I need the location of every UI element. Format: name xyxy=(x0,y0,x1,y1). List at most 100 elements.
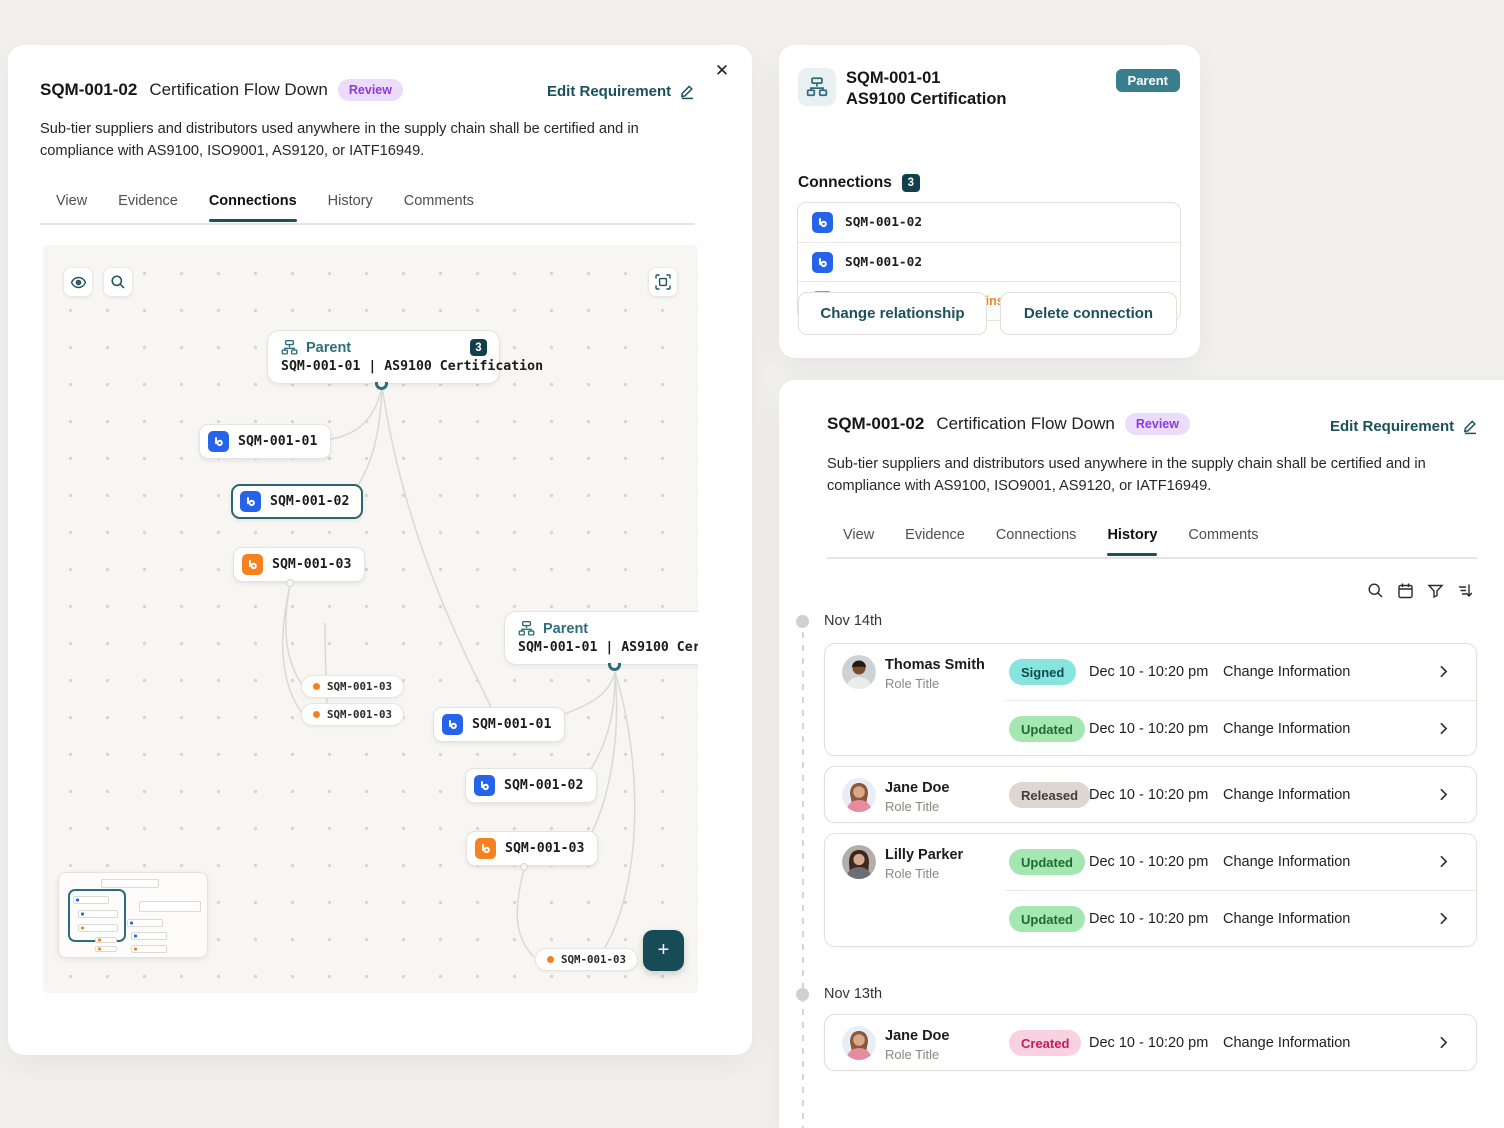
requirement-id: SQM-001-02 xyxy=(40,80,138,99)
requirement-id: SQM-001-02 xyxy=(827,414,925,433)
sort-icon[interactable] xyxy=(1457,582,1474,599)
edit-requirement-button[interactable]: Edit Requirement xyxy=(1330,418,1479,435)
history-event-row[interactable]: Created Dec 10 - 10:20 pm Change Informa… xyxy=(825,1015,1476,1071)
status-badge: Created xyxy=(1009,1030,1082,1056)
chevron-right-icon xyxy=(1436,854,1451,874)
event-action: Change Information xyxy=(1223,854,1351,870)
requirement-logo-icon xyxy=(240,491,261,512)
chevron-right-icon xyxy=(1436,1035,1451,1055)
history-event-row[interactable]: Signed Dec 10 - 10:20 pm Change Informat… xyxy=(825,644,1476,700)
history-event-row[interactable]: Released Dec 10 - 10:20 pm Change Inform… xyxy=(825,767,1476,823)
requirement-title: Certification Flow Down xyxy=(149,80,328,99)
tab-evidence[interactable]: Evidence xyxy=(118,193,178,220)
graph-parent-node[interactable]: Parent SQM-001-01 | AS9100 Certification xyxy=(504,611,698,665)
timeline-date: Nov 13th xyxy=(824,986,883,1002)
parent-node-type: Parent xyxy=(306,339,352,356)
event-time: Dec 10 - 10:20 pm xyxy=(1089,787,1209,803)
orange-dot-icon xyxy=(313,683,320,690)
connections-graph-canvas[interactable]: Parent 3 SQM-001-01 | AS9100 Certificati… xyxy=(43,245,698,993)
search-icon[interactable] xyxy=(1367,582,1384,599)
event-action: Change Information xyxy=(1223,664,1351,680)
add-node-button[interactable]: + xyxy=(643,930,684,971)
connection-id: SQM-001-01 xyxy=(846,69,941,87)
requirement-title: Certification Flow Down xyxy=(936,414,1115,433)
graph-node[interactable]: SQM-001-03 xyxy=(466,831,599,866)
graph-node[interactable]: SQM-001-01 xyxy=(433,707,566,742)
tab-connections[interactable]: Connections xyxy=(208,193,297,222)
tab-view[interactable]: View xyxy=(56,193,87,220)
graph-parent-node[interactable]: Parent 3 SQM-001-01 | AS9100 Certificati… xyxy=(267,330,543,384)
requirement-logo-icon xyxy=(812,212,833,233)
status-badge: Updated xyxy=(1009,849,1085,875)
requirement-logo-icon xyxy=(442,714,463,735)
edit-pencil-icon xyxy=(681,85,694,100)
status-badge: Updated xyxy=(1009,906,1085,932)
requirement-description: Sub-tier suppliers and distributors used… xyxy=(40,121,639,159)
chevron-right-icon xyxy=(1436,664,1451,684)
event-time: Dec 10 - 10:20 pm xyxy=(1089,854,1209,870)
graph-pill-node[interactable]: SQM-001-03 xyxy=(301,703,405,726)
graph-minimap[interactable] xyxy=(58,872,208,958)
history-card: Thomas Smith Role Title Signed Dec 10 - … xyxy=(824,643,1477,756)
filter-icon[interactable] xyxy=(1427,582,1444,599)
graph-search-button[interactable] xyxy=(103,267,133,297)
parent-node-label: SQM-001-01 | AS9100 Certification xyxy=(518,640,698,655)
tab-divider xyxy=(827,557,1477,559)
connections-label: Connections xyxy=(798,174,892,191)
change-relationship-button[interactable]: Change relationship xyxy=(798,292,987,335)
requirement-logo-icon xyxy=(242,554,263,575)
timeline-line xyxy=(801,632,804,1128)
eye-icon xyxy=(70,276,86,288)
timeline-date: Nov 14th xyxy=(824,613,883,629)
tab-bar: View Evidence Connections History Commen… xyxy=(56,193,474,222)
timeline-dot xyxy=(796,615,809,628)
delete-connection-button[interactable]: Delete connection xyxy=(1000,292,1177,335)
history-event-row[interactable]: Updated Dec 10 - 10:20 pm Change Informa… xyxy=(825,891,1476,947)
event-action: Change Information xyxy=(1223,1035,1351,1051)
requirement-logo-icon xyxy=(208,431,229,452)
event-action: Change Information xyxy=(1223,721,1351,737)
tab-evidence[interactable]: Evidence xyxy=(905,527,965,554)
graph-node[interactable]: SQM-001-02 xyxy=(465,768,598,803)
requirement-logo-icon xyxy=(474,775,495,796)
chevron-right-icon xyxy=(1436,911,1451,931)
parent-count-badge: 3 xyxy=(470,339,487,356)
event-time: Dec 10 - 10:20 pm xyxy=(1089,664,1209,680)
tab-comments[interactable]: Comments xyxy=(1188,527,1258,554)
event-action: Change Information xyxy=(1223,911,1351,927)
history-detail-panel: SQM-001-02 Certification Flow Down Revie… xyxy=(779,380,1504,1128)
tab-connections[interactable]: Connections xyxy=(996,527,1077,554)
edge-anchor xyxy=(520,863,528,871)
edge-anchor xyxy=(375,382,388,390)
hierarchy-icon-tile xyxy=(798,68,836,106)
graph-node[interactable]: SQM-001-01 xyxy=(199,424,332,459)
parent-node-type: Parent xyxy=(543,620,589,637)
search-icon xyxy=(111,275,125,289)
event-action: Change Information xyxy=(1223,787,1351,803)
chevron-right-icon xyxy=(1436,721,1451,741)
tab-bar: View Evidence Connections History Commen… xyxy=(843,527,1259,556)
connection-list-item[interactable]: SQM-001-02 xyxy=(798,203,1180,242)
event-time: Dec 10 - 10:20 pm xyxy=(1089,911,1209,927)
close-icon[interactable]: ✕ xyxy=(710,59,734,83)
fit-view-icon xyxy=(655,274,671,290)
history-event-row[interactable]: Updated Dec 10 - 10:20 pm Change Informa… xyxy=(825,834,1476,890)
hierarchy-icon xyxy=(806,77,828,97)
tab-comments[interactable]: Comments xyxy=(404,193,474,220)
tab-view[interactable]: View xyxy=(843,527,874,554)
graph-pill-node[interactable]: SQM-001-03 xyxy=(301,675,405,698)
graph-pill-node[interactable]: SQM-001-03 xyxy=(535,948,639,971)
graph-node-selected[interactable]: SQM-001-02 xyxy=(231,484,364,519)
requirement-logo-icon xyxy=(475,838,496,859)
history-event-row[interactable]: Updated Dec 10 - 10:20 pm Change Informa… xyxy=(825,701,1476,757)
connection-list-item[interactable]: SQM-001-02 xyxy=(798,242,1180,281)
tab-history[interactable]: History xyxy=(1107,527,1157,556)
edit-requirement-button[interactable]: Edit Requirement xyxy=(547,83,696,100)
requirement-header: SQM-001-02 Certification Flow Down Revie… xyxy=(827,413,1190,435)
fit-view-button[interactable] xyxy=(648,267,678,297)
tab-history[interactable]: History xyxy=(328,193,373,220)
edge-anchor xyxy=(286,579,294,587)
toggle-visibility-button[interactable] xyxy=(63,267,93,297)
graph-node[interactable]: SQM-001-03 xyxy=(233,547,366,582)
calendar-icon[interactable] xyxy=(1397,582,1414,599)
